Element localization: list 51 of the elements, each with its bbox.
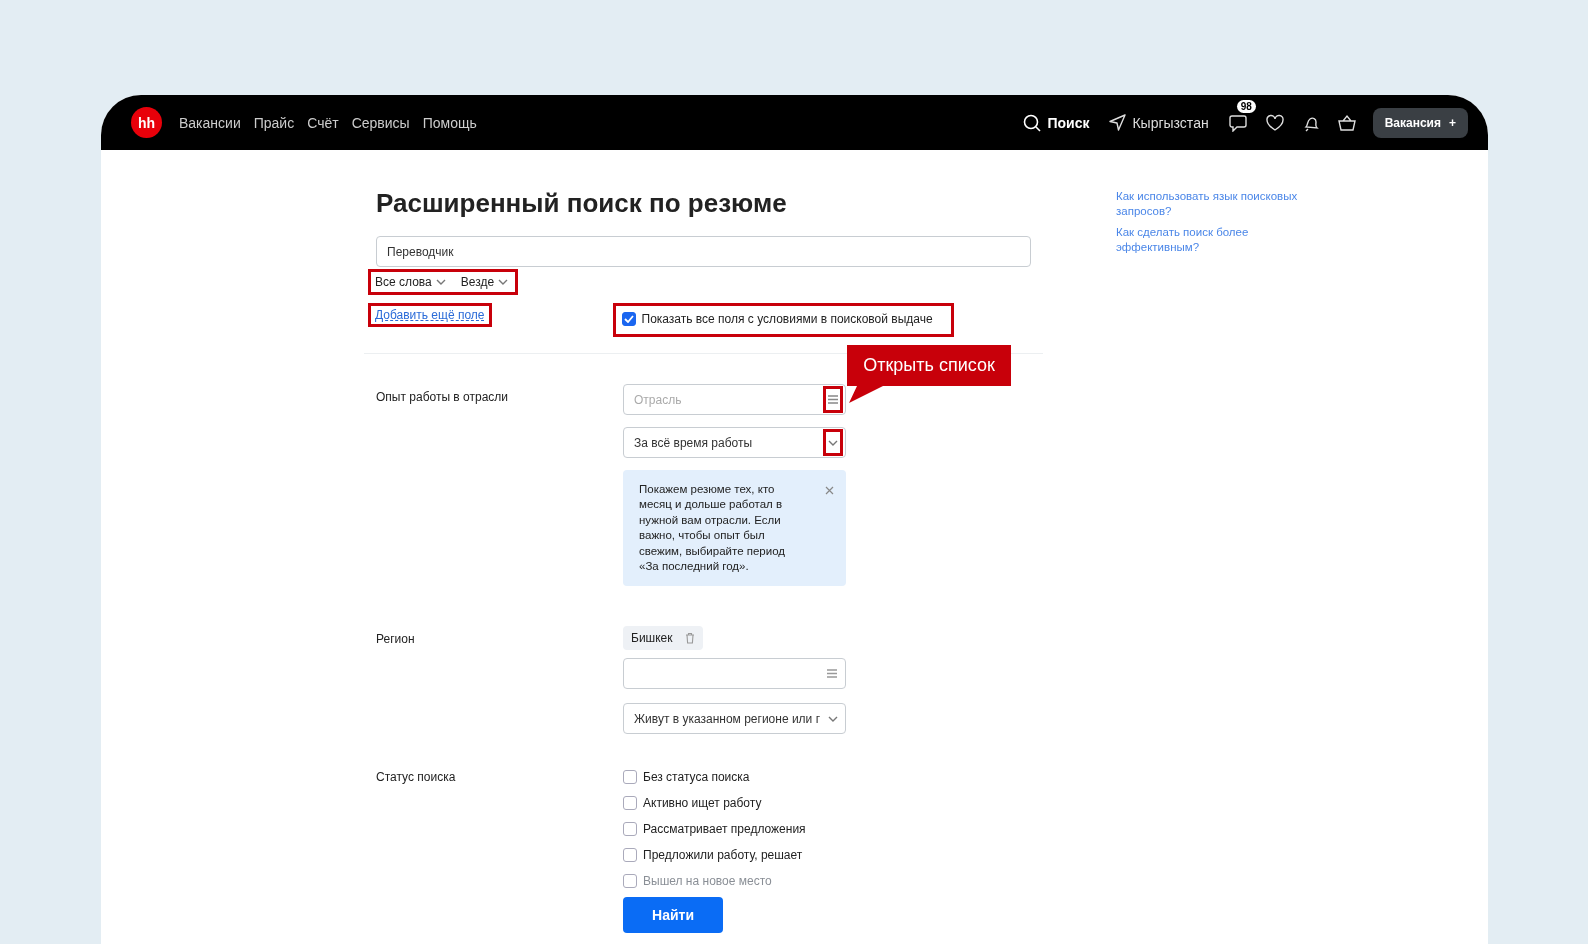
heart-icon[interactable]	[1264, 113, 1285, 132]
nav-link[interactable]: Прайс	[253, 114, 295, 131]
status-checkbox[interactable]: Без статуса поиска	[623, 770, 846, 785]
callout: Открыть список	[847, 345, 1011, 403]
search-link[interactable]: Поиск	[1047, 114, 1090, 131]
status-checkbox[interactable]: Предложили работу, решает	[623, 848, 846, 863]
help-link[interactable]: Как использовать язык поисковых запросов?	[1116, 189, 1316, 219]
post-vacancy-button[interactable]: Вакансия +	[1372, 107, 1468, 138]
chip-label: Бишкек	[631, 631, 673, 646]
checkbox[interactable]	[621, 312, 636, 326]
status-checkbox[interactable]: Активно ищет работу	[623, 796, 846, 811]
section-label: Регион	[376, 631, 416, 649]
show-all-fields-checkbox[interactable]: Показать все поля с условиями в поисковой выдаче	[612, 303, 954, 337]
nav-link[interactable]: Сервисы	[351, 114, 410, 131]
help-link[interactable]: Как сделать поиск более эффективным?	[1116, 225, 1316, 255]
info-text: Покажем резюме тех, кто месяц и дольше работал в нужной вам отрасли. Если важно, чтобы опыт был свежим, выбирайте период «За последний год».	[639, 482, 787, 575]
checkbox[interactable]	[623, 822, 637, 837]
checkbox[interactable]	[623, 848, 637, 863]
chevron-down-icon	[497, 278, 510, 286]
page-title: Расширенный поиск по резюме	[376, 188, 788, 218]
section-label: Опыт работы в отрасли	[376, 389, 510, 406]
nav-link[interactable]: Вакансии	[179, 114, 241, 131]
chevron-down-icon	[827, 714, 839, 723]
location-arrow-icon	[1109, 114, 1127, 131]
notification-badge: 98	[1236, 99, 1256, 113]
dropdown-select[interactable]: Везде	[460, 275, 510, 289]
menu-icon[interactable]	[823, 386, 843, 413]
chevron-down-icon	[434, 278, 447, 286]
region-link[interactable]: Кыргызстан	[1132, 114, 1209, 131]
residence-select[interactable]: Живут в указанном регионе или г	[623, 703, 846, 735]
checkbox[interactable]	[623, 796, 637, 811]
chevron-down-icon[interactable]	[823, 429, 843, 456]
section-label: Статус поиска	[376, 769, 457, 787]
close-icon[interactable]	[825, 486, 834, 495]
checkbox[interactable]	[623, 770, 637, 785]
status-checkbox[interactable]: Рассматривает предложения	[623, 822, 846, 837]
menu-icon[interactable]	[827, 669, 837, 679]
add-field-link[interactable]: Добавить ещё поле	[368, 303, 492, 327]
nav-link[interactable]: Помощь	[422, 114, 477, 131]
checkbox[interactable]	[623, 874, 637, 889]
search-query-field[interactable]: Переводчик	[376, 236, 1031, 267]
dropdown-select[interactable]: Все слова	[375, 275, 447, 289]
trash-icon[interactable]	[684, 632, 695, 645]
region-field[interactable]	[623, 658, 846, 690]
basket-icon[interactable]	[1336, 113, 1357, 132]
period-select[interactable]: За всё время работы	[623, 427, 846, 458]
find-button[interactable]: Найти	[623, 897, 723, 933]
logo[interactable]: hh	[131, 107, 162, 138]
chat-icon[interactable]	[1228, 113, 1249, 132]
nav-link[interactable]: Счёт	[307, 114, 339, 131]
search-icon	[1023, 113, 1042, 132]
